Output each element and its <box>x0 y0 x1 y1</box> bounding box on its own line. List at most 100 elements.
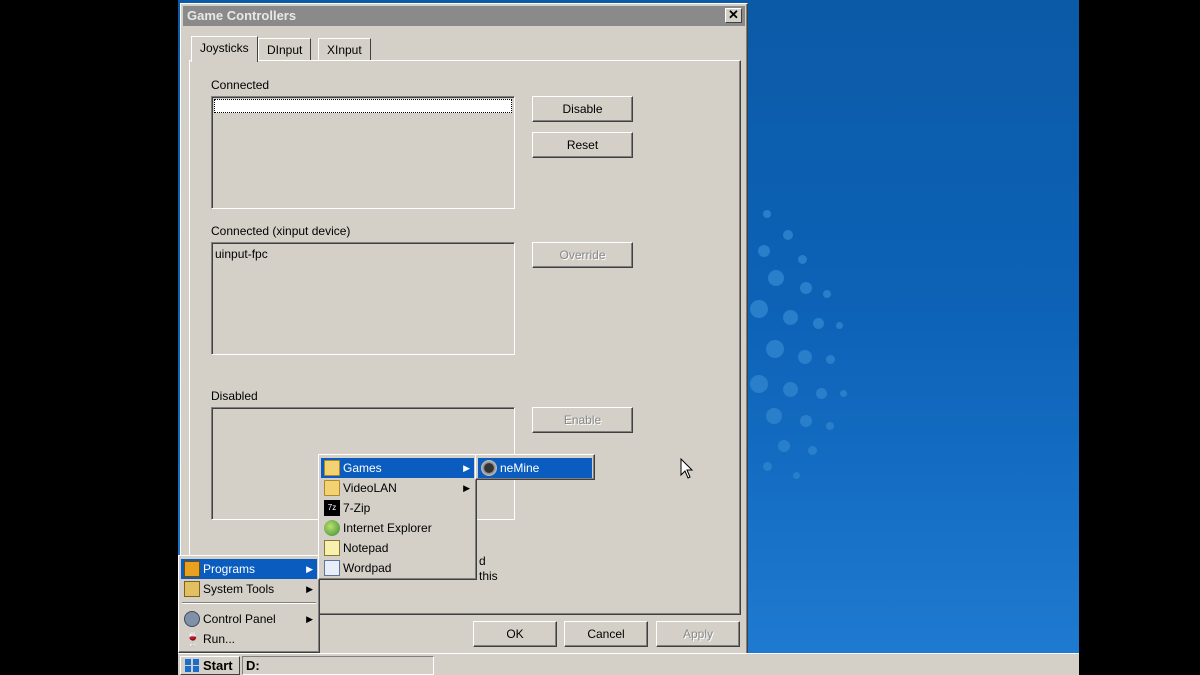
windows-logo-icon <box>185 659 199 672</box>
decorative-dot <box>836 322 843 329</box>
chevron-right-icon: ▶ <box>306 614 313 624</box>
minesweeper-icon <box>481 460 497 476</box>
7zip-icon: 7z <box>324 500 340 516</box>
tab-dinput[interactable]: DInput <box>258 38 312 61</box>
enable-label: Enable <box>563 413 602 427</box>
mouse-cursor-icon <box>680 458 694 479</box>
folder-icon <box>324 480 340 496</box>
drive-label: D: <box>246 658 260 673</box>
games-submenu: neMine <box>475 454 595 480</box>
decorative-dot <box>763 210 771 218</box>
obscured-text-2: this <box>479 569 498 583</box>
menu-item-label: neMine <box>500 461 540 475</box>
reset-button[interactable]: Reset <box>532 132 633 158</box>
tab-label: XInput <box>327 43 362 57</box>
list-item[interactable]: uinput-fpc <box>215 247 268 261</box>
override-button[interactable]: Override <box>532 242 633 268</box>
disable-label: Disable <box>562 102 603 116</box>
drive-indicator[interactable]: D: <box>242 656 434 675</box>
decorative-dot <box>840 390 847 397</box>
decorative-dot <box>808 446 817 455</box>
menu-item-label: 7-Zip <box>343 501 371 515</box>
decorative-dot <box>766 408 782 424</box>
obscured-text-1: d <box>479 554 486 568</box>
menu-item-minesweeper[interactable]: neMine <box>478 458 592 478</box>
cancel-label: Cancel <box>587 627 625 641</box>
disabled-label: Disabled <box>211 389 258 403</box>
decorative-dot <box>826 422 834 430</box>
cancel-button[interactable]: Cancel <box>564 621 648 647</box>
tab-label: Joysticks <box>200 41 249 55</box>
menu-item-internet-explorer[interactable]: Internet Explorer <box>321 518 474 538</box>
menu-item-label: Programs <box>203 562 256 576</box>
close-button[interactable]: ✕ <box>725 8 742 23</box>
dialog-title: Game Controllers <box>187 8 297 23</box>
decorative-dot <box>763 462 772 471</box>
chevron-right-icon: ▶ <box>306 584 313 594</box>
decorative-dot <box>823 290 831 298</box>
menu-item-label: Notepad <box>343 541 389 555</box>
run-icon: 🍷 <box>184 631 202 647</box>
menu-item-label: Wordpad <box>343 561 392 575</box>
ie-globe-icon <box>324 520 340 536</box>
apply-button[interactable]: Apply <box>656 621 740 647</box>
decorative-dot <box>783 310 798 325</box>
decorative-dot <box>798 350 812 364</box>
decorative-dot <box>750 375 768 393</box>
menu-item-programs[interactable]: Programs ▶ <box>181 559 317 579</box>
chevron-right-icon: ▶ <box>463 483 470 493</box>
close-icon: ✕ <box>728 7 739 22</box>
disable-button[interactable]: Disable <box>532 96 633 122</box>
wordpad-icon <box>324 560 340 576</box>
xinput-listbox[interactable]: uinput-fpc <box>211 242 515 355</box>
decorative-dot <box>758 245 770 257</box>
start-button[interactable]: Start <box>180 656 240 675</box>
system-tools-icon <box>184 581 200 597</box>
notepad-icon <box>324 540 340 556</box>
decorative-dot <box>778 440 790 452</box>
chevron-right-icon: ▶ <box>463 463 470 473</box>
decorative-dot <box>800 282 812 294</box>
xinput-label: Connected (xinput device) <box>211 224 351 238</box>
ok-button[interactable]: OK <box>473 621 557 647</box>
decorative-dot <box>798 255 807 264</box>
decorative-dot <box>783 230 793 240</box>
decorative-dot <box>826 355 835 364</box>
menu-item-notepad[interactable]: Notepad <box>321 538 474 558</box>
decorative-dot <box>800 415 812 427</box>
menu-item-games[interactable]: Games ▶ <box>321 458 474 478</box>
programs-submenu: Games ▶ VideoLAN ▶ 7z 7-Zip Internet Exp… <box>318 454 477 580</box>
programs-icon <box>184 561 200 577</box>
menu-item-label: Run... <box>203 632 236 646</box>
menu-item-label: Internet Explorer <box>343 521 432 535</box>
dialog-titlebar: Game Controllers ✕ <box>183 6 745 26</box>
override-label: Override <box>559 248 606 262</box>
menu-item-label: VideoLAN <box>343 481 397 495</box>
focus-row <box>214 99 512 113</box>
menu-item-label: Control Panel <box>203 612 276 626</box>
menu-item-system-tools[interactable]: System Tools ▶ <box>181 579 317 599</box>
connected-listbox[interactable] <box>211 96 515 209</box>
decorative-dot <box>783 382 798 397</box>
reset-label: Reset <box>566 138 599 152</box>
tab-label: DInput <box>267 43 303 57</box>
decorative-dot <box>813 318 824 329</box>
menu-item-label: Games <box>343 461 382 475</box>
start-label: Start <box>203 658 233 673</box>
decorative-dot <box>766 340 784 358</box>
menu-item-run[interactable]: 🍷 Run... <box>181 629 317 649</box>
menu-item-7zip[interactable]: 7z 7-Zip <box>321 498 474 518</box>
tab-joysticks[interactable]: Joysticks <box>191 36 258 62</box>
dot-pattern-logo <box>738 190 878 490</box>
menu-item-label: System Tools <box>203 582 275 596</box>
menu-item-wordpad[interactable]: Wordpad <box>321 558 474 578</box>
taskbar: Start D: <box>178 653 1079 675</box>
apply-label: Apply <box>682 627 714 641</box>
control-panel-icon <box>184 611 200 627</box>
menu-item-videolan[interactable]: VideoLAN ▶ <box>321 478 474 498</box>
decorative-dot <box>750 300 768 318</box>
enable-button[interactable]: Enable <box>532 407 633 433</box>
menu-item-control-panel[interactable]: Control Panel ▶ <box>181 609 317 629</box>
tab-xinput[interactable]: XInput <box>318 38 371 61</box>
ok-label: OK <box>506 627 524 641</box>
